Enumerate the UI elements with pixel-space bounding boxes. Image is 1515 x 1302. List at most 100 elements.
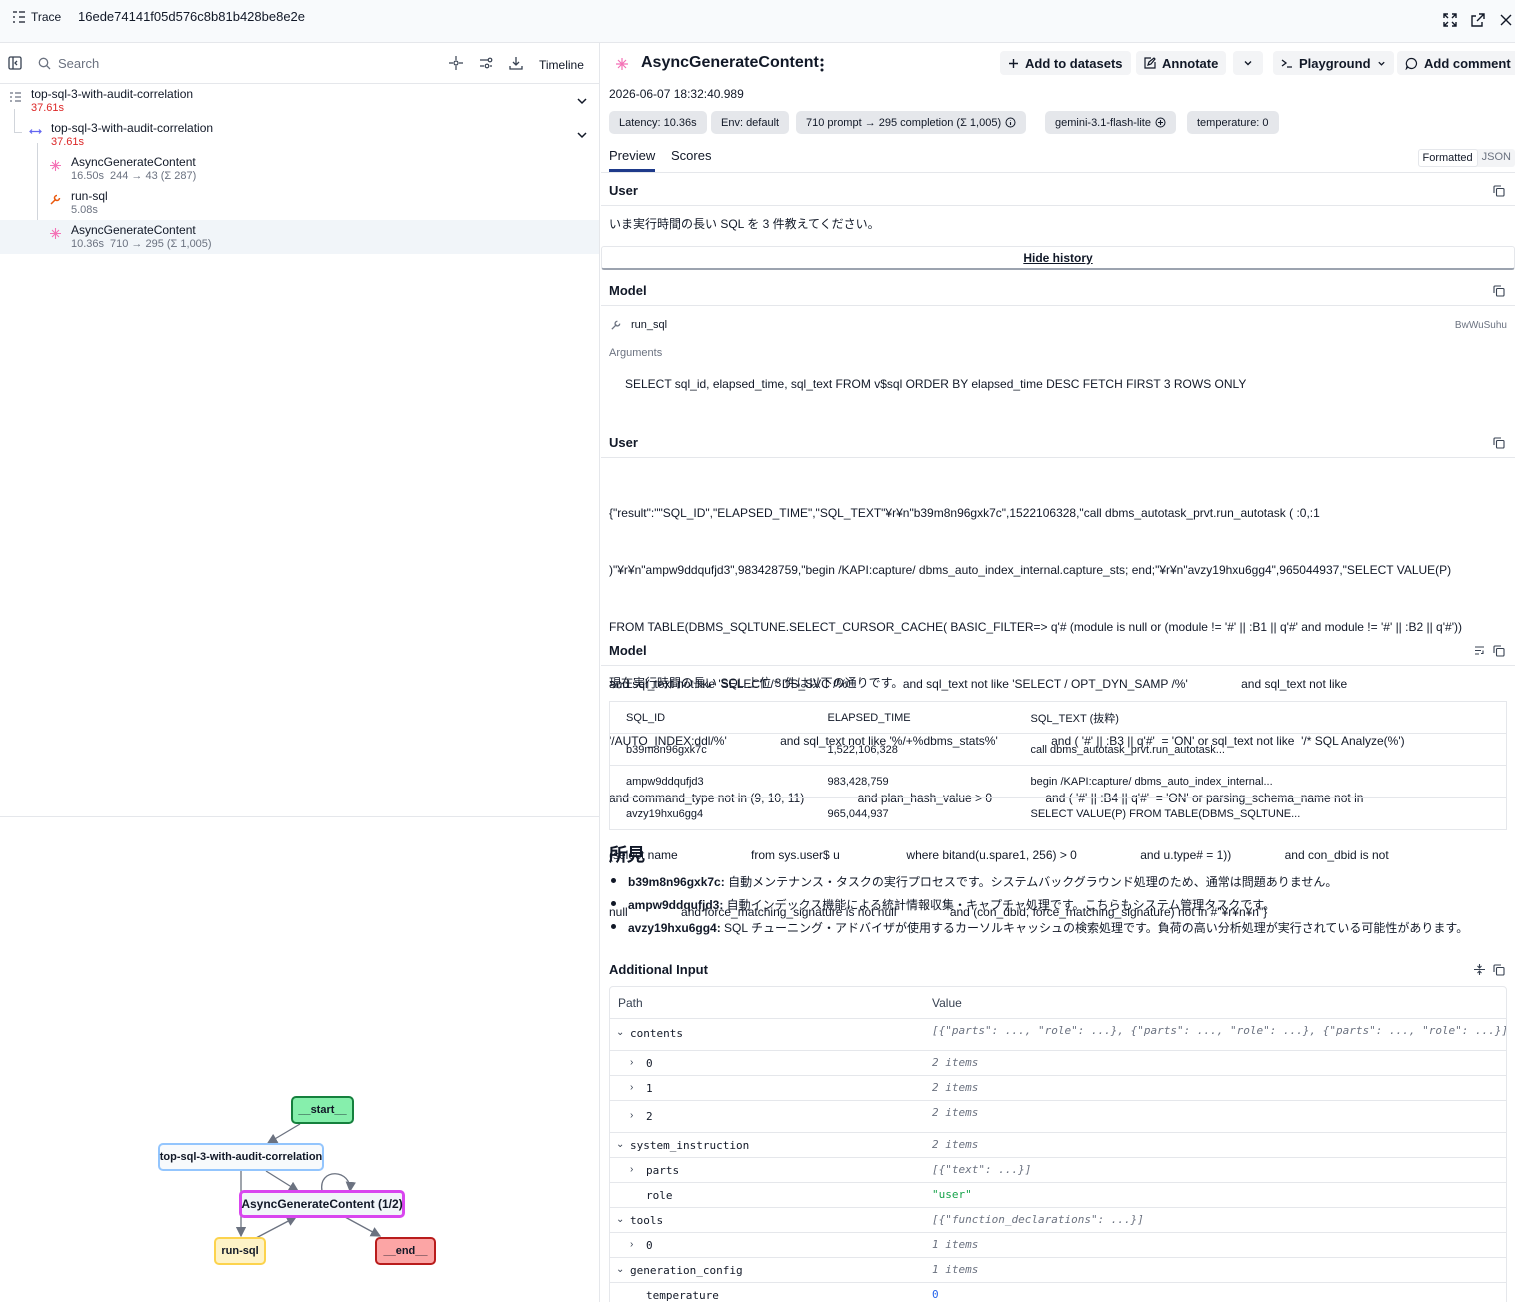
terminal-icon: [1281, 59, 1292, 68]
format-formatted[interactable]: Formatted: [1417, 149, 1478, 167]
tab-preview[interactable]: Preview: [609, 148, 656, 172]
format-json[interactable]: JSON: [1478, 149, 1515, 167]
filter-settings-icon[interactable]: [477, 54, 495, 72]
trace-tree-panel: Search Timeline top-sql-3-with-audit-cor…: [0, 43, 600, 1302]
chevron-right-icon[interactable]: ›: [630, 1057, 640, 1069]
chevron-right-icon[interactable]: ›: [630, 1082, 640, 1094]
tree-item-generation-2[interactable]: AsyncGenerateContent 10.36s 710 → 295 (Σ…: [0, 220, 599, 254]
collapse-all-icon[interactable]: [1474, 964, 1485, 975]
trace-label: Trace: [31, 10, 62, 24]
focus-icon[interactable]: [447, 54, 465, 72]
chevron-down-icon[interactable]: ⌄: [616, 1139, 626, 1151]
chevron-down-icon[interactable]: ⌄: [616, 1027, 626, 1039]
graph-node-start[interactable]: __start__: [291, 1096, 354, 1124]
wrap-text-icon[interactable]: [1474, 645, 1485, 656]
chevron-right-icon[interactable]: ›: [630, 1110, 640, 1122]
sidebar-toggle-icon[interactable]: [6, 54, 24, 72]
add-to-datasets-button[interactable]: Add to datasets: [1000, 51, 1131, 75]
observation-title: AsyncGenerateContent: [641, 54, 819, 71]
value-cell: 0: [932, 1288, 939, 1301]
table-row[interactable]: › 1 2 items: [610, 1076, 1506, 1101]
value-cell: "user": [932, 1188, 972, 1201]
copy-icon[interactable]: [1493, 964, 1505, 976]
model-badge[interactable]: gemini-3.1-flash-lite: [1045, 111, 1176, 134]
annotate-dropdown-button[interactable]: [1233, 51, 1263, 75]
chevron-down-icon[interactable]: [575, 94, 589, 108]
search-input[interactable]: Search: [38, 56, 99, 71]
graph-node-end[interactable]: __end__: [375, 1237, 436, 1265]
table-row[interactable]: › 2 2 items: [610, 1101, 1506, 1133]
copy-icon[interactable]: [1493, 437, 1505, 449]
finding-text: 自動メンテナンス・タスクの実行プロセスです。システムバックグラウンド処理のため、…: [724, 875, 1338, 889]
copy-icon[interactable]: [1493, 185, 1505, 197]
tree-item-generation-1[interactable]: AsyncGenerateContent 16.50s 244 → 43 (Σ …: [0, 152, 599, 186]
chevron-down-icon[interactable]: [575, 128, 589, 142]
table-row: b39m8n96gxk7c 1,522,106,328 call dbms_au…: [609, 733, 1507, 766]
env-badge: Env: default: [711, 111, 790, 134]
tree-item-chain[interactable]: top-sql-3-with-audit-correlation 37.61s: [0, 118, 599, 152]
table-row[interactable]: › 0 1 items: [610, 1233, 1506, 1258]
findings-heading: 所見: [609, 845, 645, 865]
copy-icon[interactable]: [1493, 645, 1505, 657]
add-to-datasets-label: Add to datasets: [1025, 55, 1123, 71]
add-comment-button[interactable]: Add comment: [1397, 51, 1515, 75]
tree-item-duration: 16.50s: [71, 170, 105, 182]
finding-id: avzy19hxu6gg4:: [628, 921, 721, 935]
message-role: Model: [609, 283, 647, 298]
value-cell: 2 items: [932, 1056, 979, 1069]
table-cell: avzy19hxu6gg4: [626, 807, 704, 820]
annotate-button[interactable]: Annotate: [1136, 51, 1227, 75]
path-cell: tools: [630, 1214, 664, 1227]
sql-table: SQL_ID ELAPSED_TIME SQL_TEXT (抜粋) b39m8n…: [609, 701, 1507, 830]
table-row[interactable]: ⌄ system_instruction 2 items: [610, 1133, 1506, 1158]
message-header-model: Model: [601, 634, 1515, 666]
graph-node-chain[interactable]: top-sql-3-with-audit-correlation: [158, 1143, 324, 1171]
open-external-icon[interactable]: [1468, 10, 1488, 30]
finding-text: SQL チューニング・アドバイザが使用するカーソルキャッシュの検索処理です。負荷…: [720, 921, 1469, 935]
tab-scores[interactable]: Scores: [671, 148, 711, 163]
list-tree-icon: [13, 11, 25, 23]
table-row[interactable]: ⌄ tools [{"function_declarations": ...}]: [610, 1208, 1506, 1233]
tree-item-duration: 10.36s: [71, 238, 105, 250]
more-options-icon[interactable]: [819, 57, 825, 73]
agent-graph: __start__ top-sql-3-with-audit-correlati…: [0, 817, 599, 1302]
observation-timestamp: 2026-06-07 18:32:40.989: [609, 87, 744, 101]
trace-button[interactable]: Trace: [12, 7, 61, 27]
temperature-value: temperature: 0: [1197, 116, 1269, 129]
value-cell: 2 items: [932, 1138, 979, 1151]
playground-button[interactable]: Playground: [1273, 51, 1394, 75]
value-cell: 2 items: [932, 1106, 979, 1119]
table-row[interactable]: › 0 2 items: [610, 1051, 1506, 1076]
chevron-down-icon[interactable]: ⌄: [616, 1214, 626, 1226]
chevron-down-icon[interactable]: ⌄: [616, 1264, 626, 1276]
tree-item-root[interactable]: top-sql-3-with-audit-correlation 37.61s: [0, 84, 599, 118]
message-header-user: User: [601, 426, 1515, 458]
graph-node-run-sql[interactable]: run-sql: [214, 1237, 266, 1265]
trace-header: Trace 16ede74141f05d576c8b81b428be8e2e: [0, 0, 1515, 43]
download-icon[interactable]: [507, 54, 525, 72]
latency-value: Latency: 10.36s: [619, 116, 697, 129]
format-toggle[interactable]: Formatted JSON: [1417, 149, 1515, 167]
timeline-toggle[interactable]: Timeline: [539, 58, 584, 72]
tree-item-run-sql[interactable]: run-sql 5.08s: [0, 186, 599, 220]
tree-item-name: run-sql: [71, 189, 108, 203]
path-cell: 2: [646, 1110, 653, 1123]
copy-icon[interactable]: [1493, 285, 1505, 297]
message-role: Model: [609, 643, 647, 658]
table-row[interactable]: ⌄ generation_config 1 items: [610, 1258, 1506, 1283]
chevron-right-icon[interactable]: ›: [630, 1239, 640, 1251]
message-content: いま実行時間の長い SQL を 3 件教えてください。: [609, 217, 880, 231]
path-cell: 0: [646, 1057, 653, 1070]
finding-id: b39m8n96gxk7c:: [628, 875, 725, 889]
additional-input-label: Additional Input: [609, 962, 708, 977]
graph-node-agc[interactable]: AsyncGenerateContent (1/2): [239, 1190, 405, 1218]
table-row[interactable]: › parts [{"text": ...}]: [610, 1158, 1506, 1183]
value-cell: 2 items: [932, 1081, 979, 1094]
info-icon[interactable]: [1005, 117, 1016, 128]
close-icon[interactable]: [1496, 10, 1515, 30]
chevron-right-icon[interactable]: ›: [630, 1164, 640, 1176]
hide-history-button[interactable]: Hide history: [601, 246, 1515, 270]
expand-icon[interactable]: [1440, 10, 1460, 30]
path-cell: system_instruction: [630, 1139, 750, 1152]
table-row[interactable]: ⌄ contents [{"parts": ..., "role": ...},…: [610, 1019, 1506, 1051]
